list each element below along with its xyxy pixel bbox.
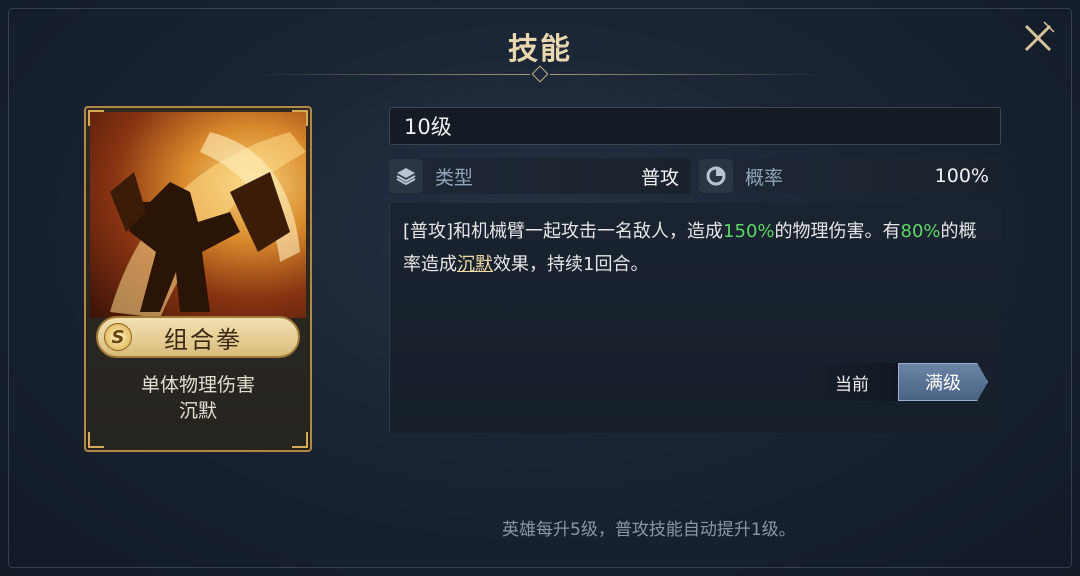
skill-art-image <box>90 112 306 318</box>
close-icon <box>1024 21 1055 52</box>
desc-text: [普攻]和机械臂一起攻击一名敌人，造成 <box>403 221 724 242</box>
card-corner-ornament <box>88 432 104 448</box>
header: 技能 <box>0 0 1080 90</box>
footer-note: 英雄每升5级，普攻技能自动提升1级。 <box>502 520 796 540</box>
skill-tag: 单体物理伤害 <box>140 374 255 396</box>
skill-rank-badge: S <box>104 323 132 351</box>
close-button[interactable] <box>1018 18 1058 58</box>
stat-type-value: 普攻 <box>640 166 679 189</box>
level-toggle: 当前 满级 <box>806 363 988 401</box>
stat-rate-label: 概率 <box>745 166 784 189</box>
desc-keyword-silence[interactable]: 沉默 <box>457 254 493 275</box>
stat-type-label: 类型 <box>435 166 474 189</box>
skill-name: 组合拳 <box>164 325 242 354</box>
stat-rate-value: 100% <box>934 165 989 187</box>
skill-tag: 沉默 <box>178 400 217 422</box>
skill-name-banner: S 组合拳 <box>96 316 300 358</box>
card-corner-ornament <box>88 110 104 126</box>
max-level-button[interactable]: 满级 <box>898 363 988 401</box>
skill-description: [普攻]和机械臂一起攻击一名敌人，造成150%的物理伤害。有80%的概率造成沉默… <box>403 215 993 281</box>
desc-highlight-damage: 150% <box>723 221 775 242</box>
card-corner-ornament <box>292 432 308 448</box>
desc-text: 的物理伤害。有 <box>774 221 901 242</box>
layers-icon <box>389 159 423 193</box>
title-ornament-icon <box>531 65 549 83</box>
skill-card: S 组合拳 单体物理伤害 沉默 <box>84 106 312 452</box>
title-divider-left <box>250 74 530 75</box>
page-title: 技能 <box>508 32 572 67</box>
current-level-button[interactable]: 当前 <box>806 363 898 401</box>
skill-level: 10级 <box>389 107 1001 145</box>
desc-highlight-chance: 80% <box>900 221 941 242</box>
stat-type: 类型 普攻 <box>389 158 691 194</box>
card-corner-ornament <box>292 110 308 126</box>
title-divider-right <box>550 74 830 75</box>
skill-tags: 单体物理伤害 沉默 <box>86 372 310 424</box>
desc-text: 效果，持续1回合。 <box>493 254 649 275</box>
stat-rate: 概率 100% <box>699 158 1001 194</box>
pie-chart-icon <box>699 159 733 193</box>
